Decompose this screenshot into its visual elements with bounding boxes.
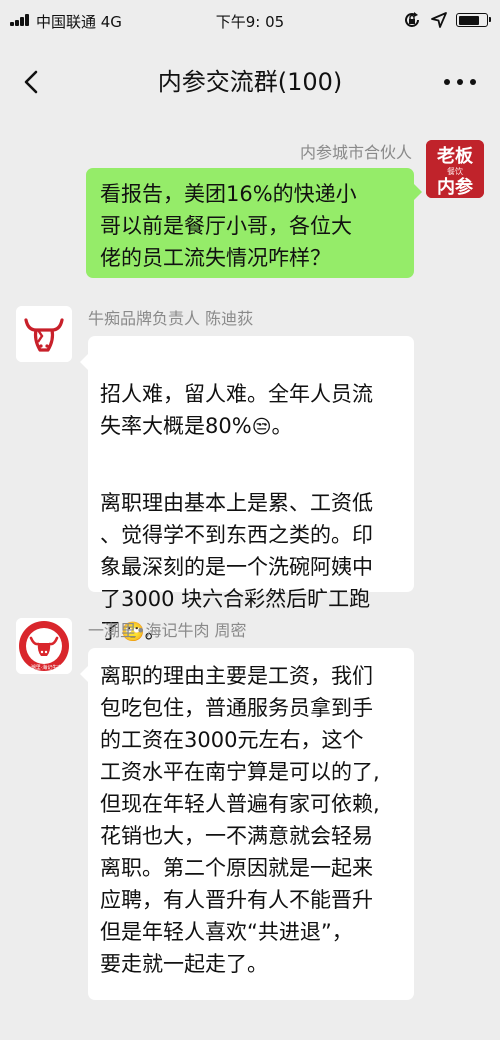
message-incoming: 牛痴品牌负责人 陈迪荻 招人难，留人难。全年人员流 失率大概是80%😒。 离职理… [0, 306, 500, 643]
sender-nickname: 一潮里•海记牛肉 周密 [88, 621, 247, 640]
location-arrow-icon [431, 12, 447, 28]
lock-rotation-icon [405, 12, 419, 27]
message-incoming: 一潮里·海记牛肉 一潮里•海记牛肉 周密 离职的理由主要是工资，我们 包吃包住，… [0, 618, 500, 1002]
status-bar: 中国联通 4G 下午9: 05 [0, 0, 500, 40]
avatar[interactable]: 老板 餐饮 内参 [426, 140, 484, 198]
sender-nickname: 内参城市合伙人 [299, 143, 412, 162]
bubble-tail [414, 184, 422, 200]
bull-circle-logo-icon: 一潮里·海记牛肉 [16, 618, 72, 674]
bull-head-logo-icon [16, 306, 72, 362]
bubble-tail [80, 666, 88, 682]
battery-level [458, 15, 479, 25]
avatar-ring-text: 一潮里·海记牛肉 [26, 664, 63, 671]
avatar-text-bottom: 内参 [437, 176, 474, 198]
message-outgoing: 内参城市合伙人 老板 餐饮 内参 看报告，美团16%的快递小 哥以前是餐厅小哥，… [0, 140, 500, 280]
avatar-text-top: 老板 [437, 145, 474, 167]
chat-header: 内参交流群(100) [0, 42, 500, 122]
message-bubble[interactable]: 看报告，美团16%的快递小 哥以前是餐厅小哥，各位大 佬的员工流失情况咋样？ [86, 168, 414, 278]
status-icons [402, 9, 491, 31]
message-bubble[interactable]: 招人难，留人难。全年人员流 失率大概是80%😒。 离职理由基本上是累、工资低 、… [88, 336, 414, 643]
message-paragraph: 招人难，留人难。全年人员流 失率大概是80%😒。 [100, 378, 404, 443]
laoban-neican-logo-icon: 老板 餐饮 内参 [426, 140, 484, 198]
more-dots-icon[interactable] [440, 72, 480, 92]
avatar-text-mid: 餐饮 [447, 166, 463, 176]
sender-nickname: 牛痴品牌负责人 陈迪荻 [88, 309, 254, 328]
unamused-face-emoji-icon: 😒 [251, 416, 272, 438]
chat-title: 内参交流群(100) [157, 68, 343, 96]
battery-icon [456, 13, 491, 27]
avatar[interactable]: 一潮里·海记牛肉 [16, 618, 72, 674]
message-text-end: 。 [271, 414, 293, 438]
avatar[interactable] [16, 306, 72, 362]
message-text: 招人难，留人难。全年人员流 失率大概是80% [100, 382, 373, 438]
message-bubble[interactable]: 离职的理由主要是工资，我们 包吃包住，普通服务员拿到手 的工资在3000元左右，… [88, 648, 414, 1000]
bubble-tail [80, 354, 88, 370]
